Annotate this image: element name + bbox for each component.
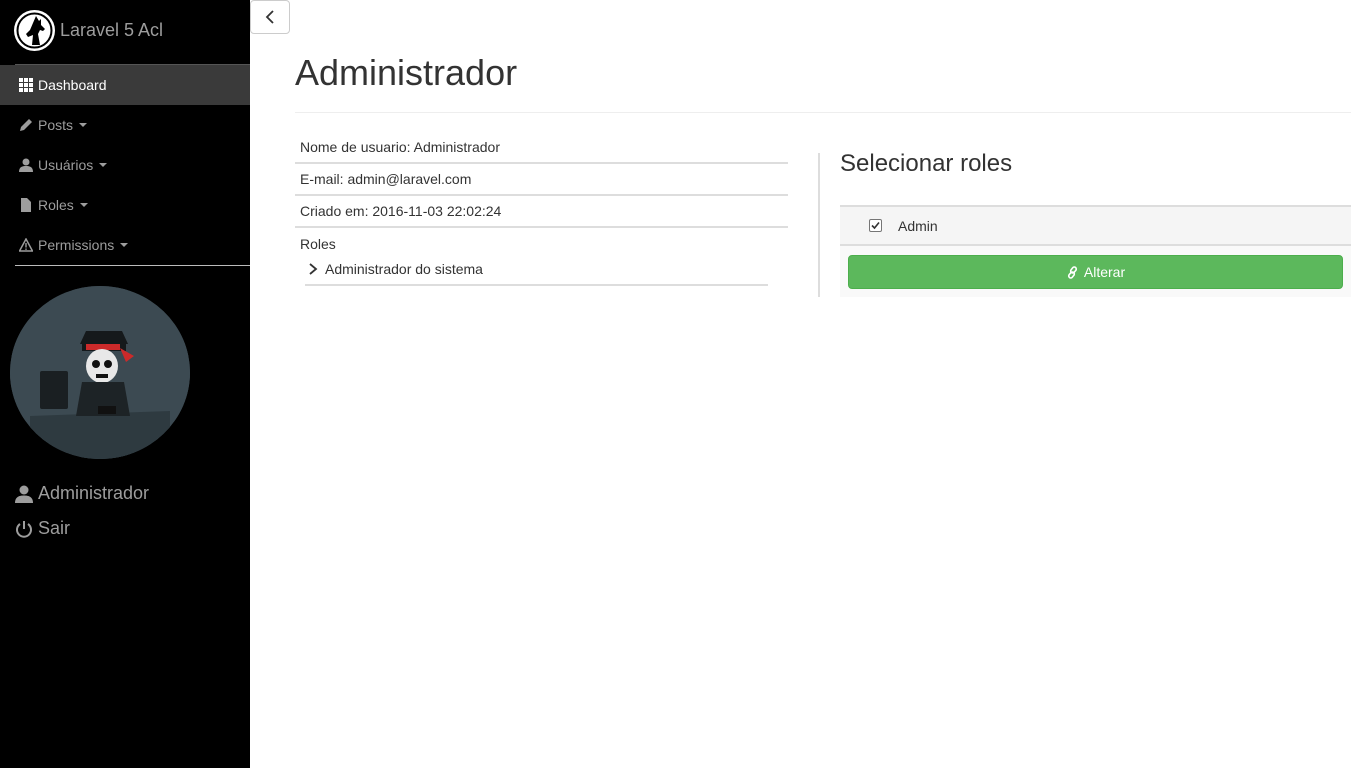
role-option-row[interactable]: Admin (840, 207, 1351, 246)
checkmark-icon (871, 221, 880, 230)
page-title: Administrador (295, 52, 518, 93)
sidebar-nav: Dashboard Posts Usuários Roles Permissio… (0, 65, 250, 265)
pencil-icon (20, 119, 32, 131)
chevron-left-icon (265, 10, 274, 24)
role-tree-item[interactable]: Administrador do sistema (305, 254, 768, 286)
roles-panel-title: Selecionar roles (840, 150, 1013, 177)
sidebar-item-usuarios[interactable]: Usuários (0, 145, 250, 185)
sidebar-item-label: Permissions (38, 237, 115, 253)
sidebar-item-label: Roles (38, 197, 74, 213)
caret-down-icon (79, 123, 88, 127)
current-user[interactable]: Administrador (15, 483, 149, 504)
info-username: Nome de usuario: Administrador (295, 132, 788, 164)
sidebar-item-permissions[interactable]: Permissions (0, 225, 250, 265)
chevron-right-icon (309, 263, 318, 275)
user-info-list: Nome de usuario: Administrador E-mail: a… (295, 132, 788, 286)
roles-table: Admin Alterar (840, 205, 1351, 297)
role-checkbox[interactable] (869, 219, 882, 232)
warning-icon (19, 238, 33, 252)
sidebar-item-label: Dashboard (38, 77, 107, 93)
sidebar-item-posts[interactable]: Posts (0, 105, 250, 145)
file-icon (21, 198, 31, 212)
brand-title: Laravel 5 Acl (60, 19, 164, 40)
column-divider (818, 153, 820, 297)
info-created: Criado em: 2016-11-03 22:02:24 (295, 196, 788, 228)
sidebar-item-dashboard[interactable]: Dashboard (0, 65, 250, 105)
user-icon (19, 158, 33, 172)
role-tree-label: Administrador do sistema (325, 261, 483, 277)
user-icon (15, 485, 33, 503)
brand[interactable]: Laravel 5 Acl (14, 9, 164, 51)
sidebar-item-label: Usuários (38, 157, 94, 173)
link-icon (1067, 265, 1077, 279)
current-user-name: Administrador (38, 483, 150, 503)
logout-label: Sair (38, 518, 71, 538)
power-icon (16, 520, 32, 538)
sidebar-item-roles[interactable]: Roles (0, 185, 250, 225)
info-email: E-mail: admin@laravel.com (295, 164, 788, 196)
avatar (10, 286, 190, 459)
alterar-button[interactable]: Alterar (848, 255, 1343, 289)
role-option-label: Admin (898, 217, 938, 234)
grid-icon (19, 78, 33, 92)
caret-down-icon (99, 163, 108, 167)
sidebar-item-label: Posts (38, 117, 74, 133)
alterar-button-label: Alterar (1083, 264, 1126, 280)
nav-divider (15, 265, 250, 266)
sidebar: Laravel 5 Acl Dashboard Posts Usuários R… (0, 0, 250, 768)
caret-down-icon (120, 243, 129, 247)
logout-link[interactable]: Sair (15, 518, 70, 539)
title-divider (295, 112, 1351, 113)
wolf-logo-icon (14, 9, 55, 51)
roles-label: Roles (300, 236, 336, 252)
roles-panel: Selecionar roles Admin Alterar (840, 150, 1351, 297)
sidebar-toggle-button[interactable] (250, 0, 290, 34)
caret-down-icon (79, 203, 88, 207)
